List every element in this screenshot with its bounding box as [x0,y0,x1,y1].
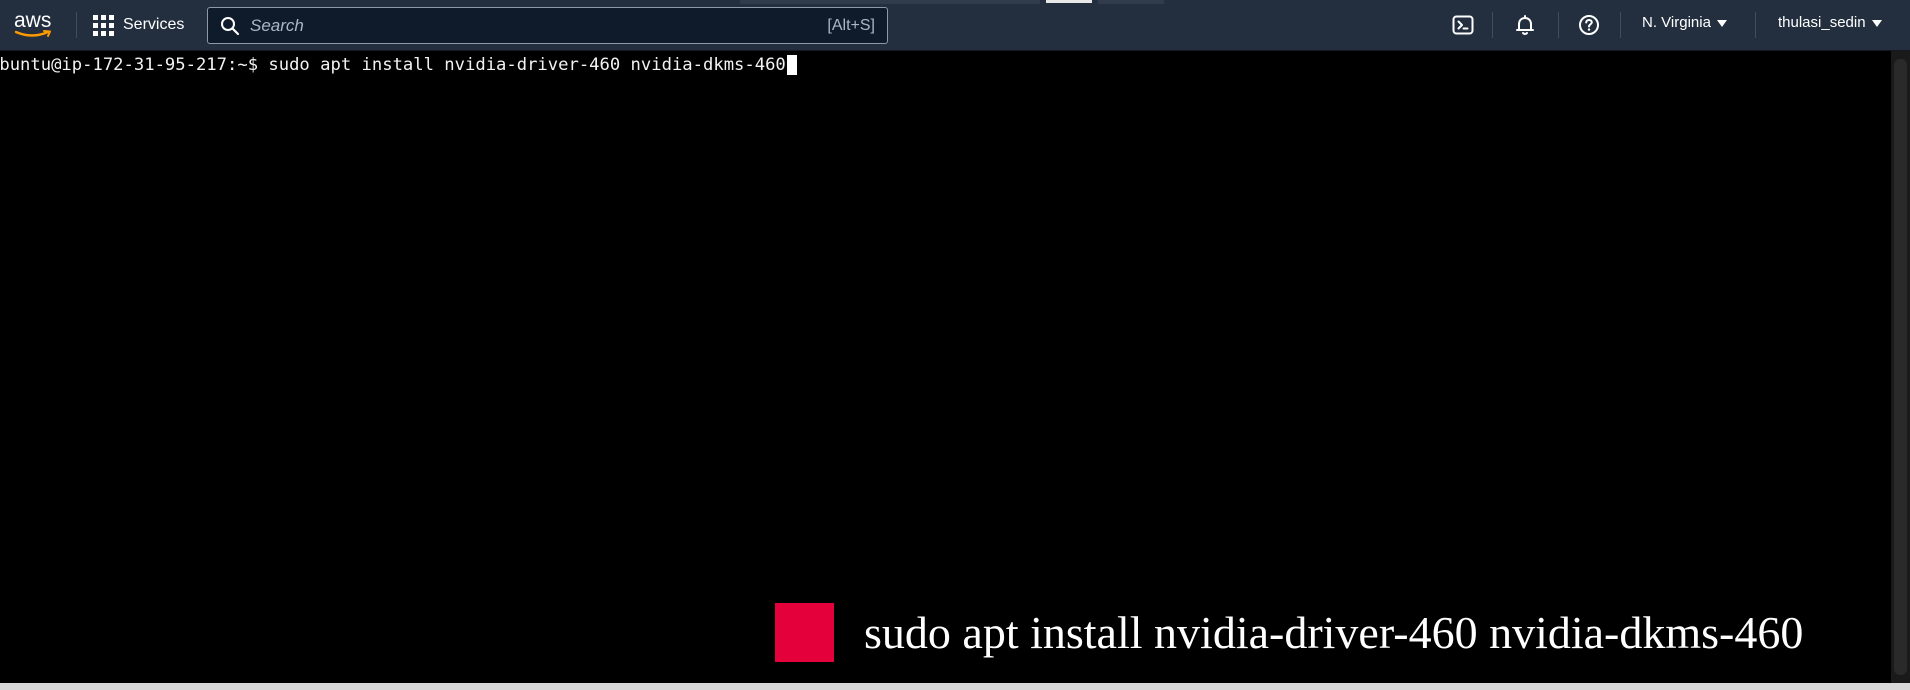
terminal-scrollbar[interactable] [1891,51,1910,683]
terminal-cursor [786,55,797,75]
nav-divider [1492,12,1493,38]
search-icon [221,16,240,35]
scrollbar-thumb[interactable] [1894,59,1907,675]
services-label: Services [123,16,185,33]
nav-divider [76,12,77,38]
video-caption: sudo apt install nvidia-driver-460 nvidi… [775,602,1803,662]
top-edge-tab [1046,0,1092,3]
services-button[interactable]: Services [92,8,184,42]
aws-smile-icon [14,30,51,37]
search-shortcut-hint: [Alt+S] [827,16,875,34]
grid-icon [92,14,114,36]
aws-logo[interactable]: aws [12,8,56,42]
terminal-icon[interactable] [1451,13,1475,37]
help-circle-icon[interactable] [1577,13,1601,37]
region-label: N. Virginia [1642,14,1711,31]
chevron-down-icon [1716,20,1727,27]
top-edge-highlight [740,0,1040,4]
nav-divider [1558,12,1559,38]
account-username: thulasi_sedin [1778,14,1866,31]
terminal-command-line: ubuntu@ip-172-31-95-217:~$ sudo apt inst… [0,54,797,76]
terminal-window[interactable]: ubuntu@ip-172-31-95-217:~$ sudo apt inst… [0,51,1891,683]
aws-top-navigation: aws Services [Alt+S] [0,0,1910,51]
account-menu[interactable]: thulasi_sedin [1778,14,1882,31]
search-input[interactable] [240,7,828,44]
nav-divider [1620,12,1621,38]
chevron-down-icon [1871,20,1882,27]
caption-text: sudo apt install nvidia-driver-460 nvidi… [864,606,1804,658]
terminal-command: sudo apt install nvidia-driver-460 nvidi… [268,55,786,75]
top-edge-highlight-2 [1098,0,1164,4]
search-bar[interactable]: [Alt+S] [207,7,888,44]
region-selector[interactable]: N. Virginia [1642,14,1727,31]
caption-marker [775,602,834,662]
terminal-prompt: ubuntu@ip-172-31-95-217:~$ [0,55,269,75]
bottom-edge [0,683,1910,690]
nav-divider [1755,12,1756,38]
bell-icon[interactable] [1513,13,1537,37]
screen: aws Services [Alt+S] [0,0,1910,690]
